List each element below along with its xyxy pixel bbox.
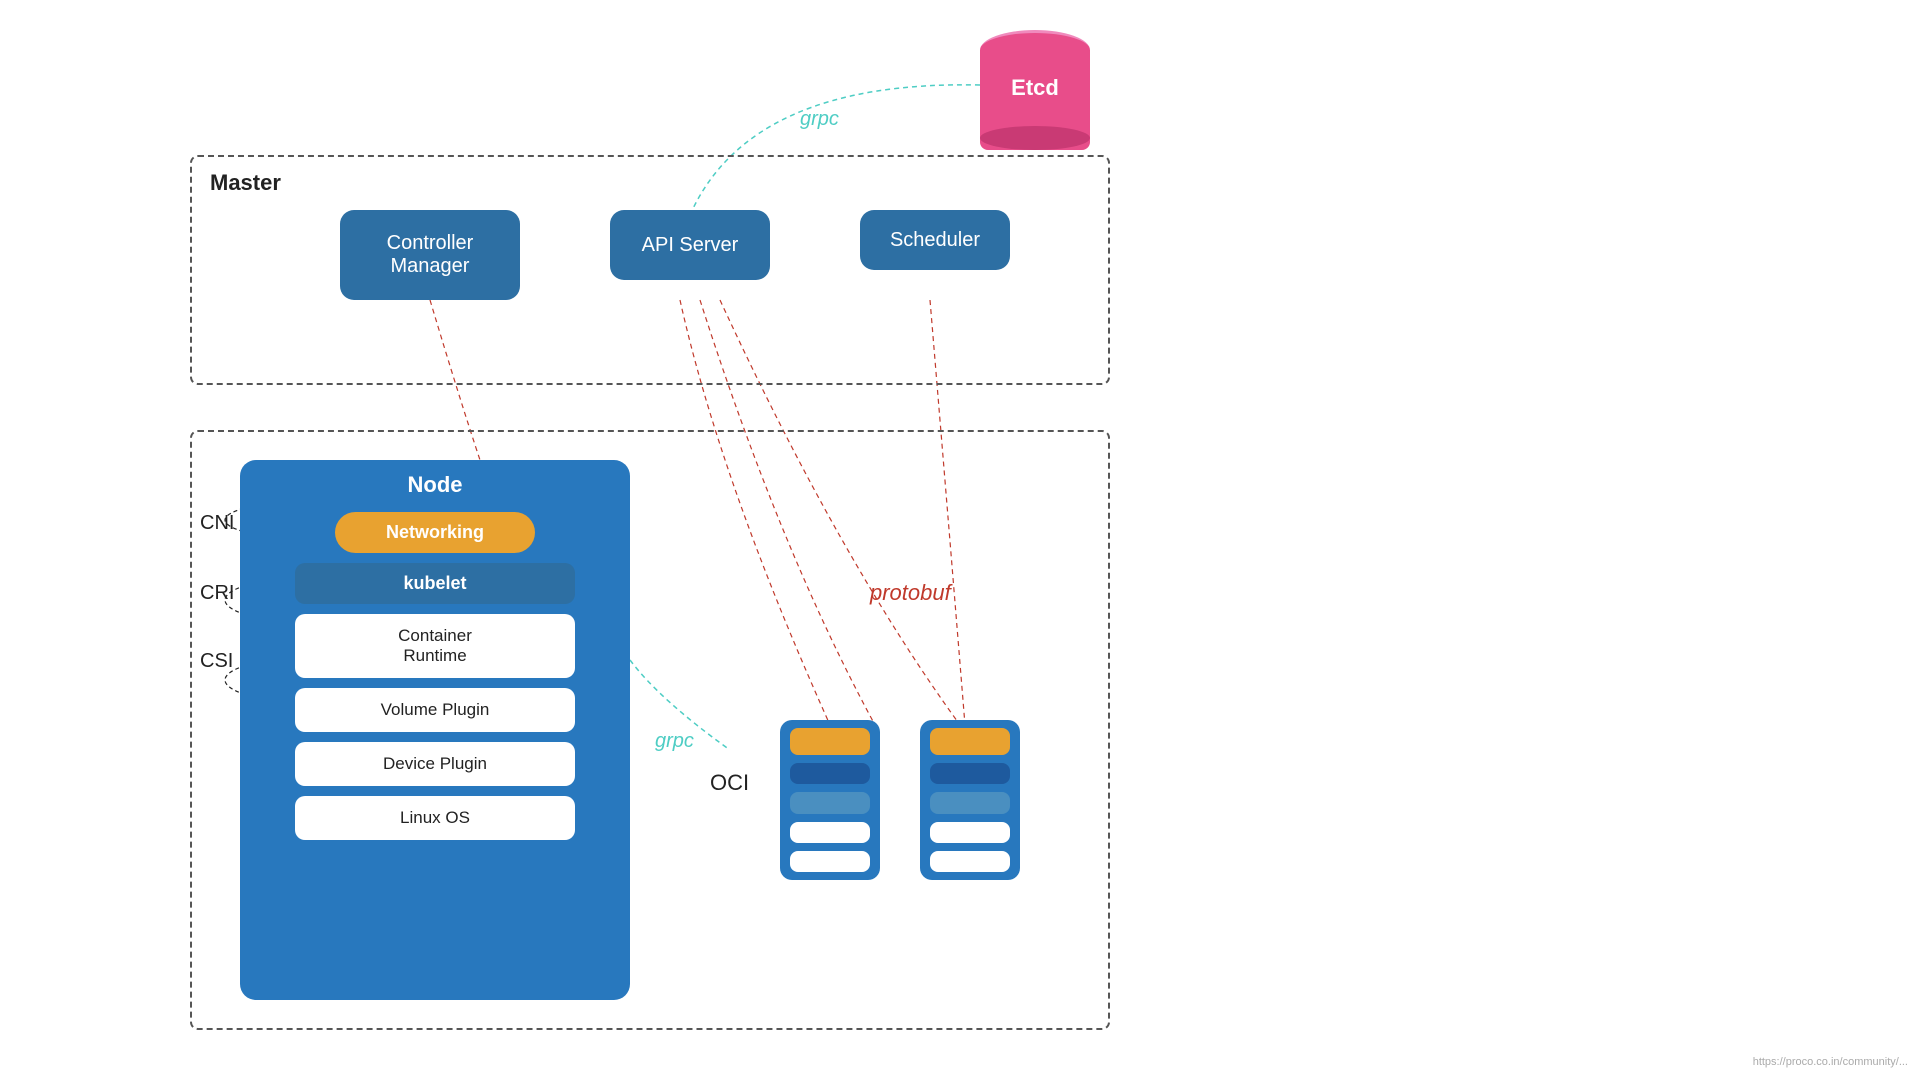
volume-plugin-component: Volume Plugin [295, 688, 575, 732]
oci-label: OCI [710, 770, 749, 796]
kubelet-component: kubelet [295, 563, 575, 604]
container-card-right [920, 720, 1020, 880]
card-orange-right [930, 728, 1010, 755]
card-blue-dark-left [790, 763, 870, 784]
etcd-label: Etcd [980, 75, 1090, 101]
cri-label: CRI [200, 582, 234, 605]
diagram-container: Etcd grpc Master ControllerManager API S… [0, 0, 1920, 1080]
cylinder-bottom [980, 126, 1090, 150]
api-server-label: API Server [642, 234, 739, 257]
card-blue-dark-right [930, 763, 1010, 784]
card-white-right-1 [930, 822, 1010, 843]
csi-label: CSI [200, 650, 233, 673]
device-plugin-component: Device Plugin [295, 742, 575, 786]
api-server: API Server [610, 210, 770, 280]
watermark: https://proco.co.in/community/... [1753, 1056, 1908, 1068]
linux-os-component: Linux OS [295, 796, 575, 840]
node-title: Node [408, 472, 463, 498]
scheduler-label: Scheduler [890, 229, 980, 252]
protobuf-label: protobuf [870, 580, 951, 606]
etcd-component: Etcd [980, 30, 1090, 160]
container-card-left [780, 720, 880, 880]
card-orange-left [790, 728, 870, 755]
container-runtime-component: ContainerRuntime [295, 614, 575, 678]
controller-manager-label: ControllerManager [387, 232, 474, 278]
networking-component: Networking [335, 512, 535, 553]
grpc-bottom-label: grpc [655, 730, 694, 753]
card-blue-medium-left [790, 792, 870, 813]
node-box: Node Networking kubelet ContainerRuntime… [240, 460, 630, 1000]
card-white-left-2 [790, 851, 870, 872]
grpc-top-label: grpc [800, 108, 839, 131]
card-white-left-1 [790, 822, 870, 843]
cni-label: CNI [200, 512, 234, 535]
scheduler: Scheduler [860, 210, 1010, 270]
master-label: Master [210, 170, 281, 196]
card-white-right-2 [930, 851, 1010, 872]
card-blue-medium-right [930, 792, 1010, 813]
controller-manager: ControllerManager [340, 210, 520, 300]
